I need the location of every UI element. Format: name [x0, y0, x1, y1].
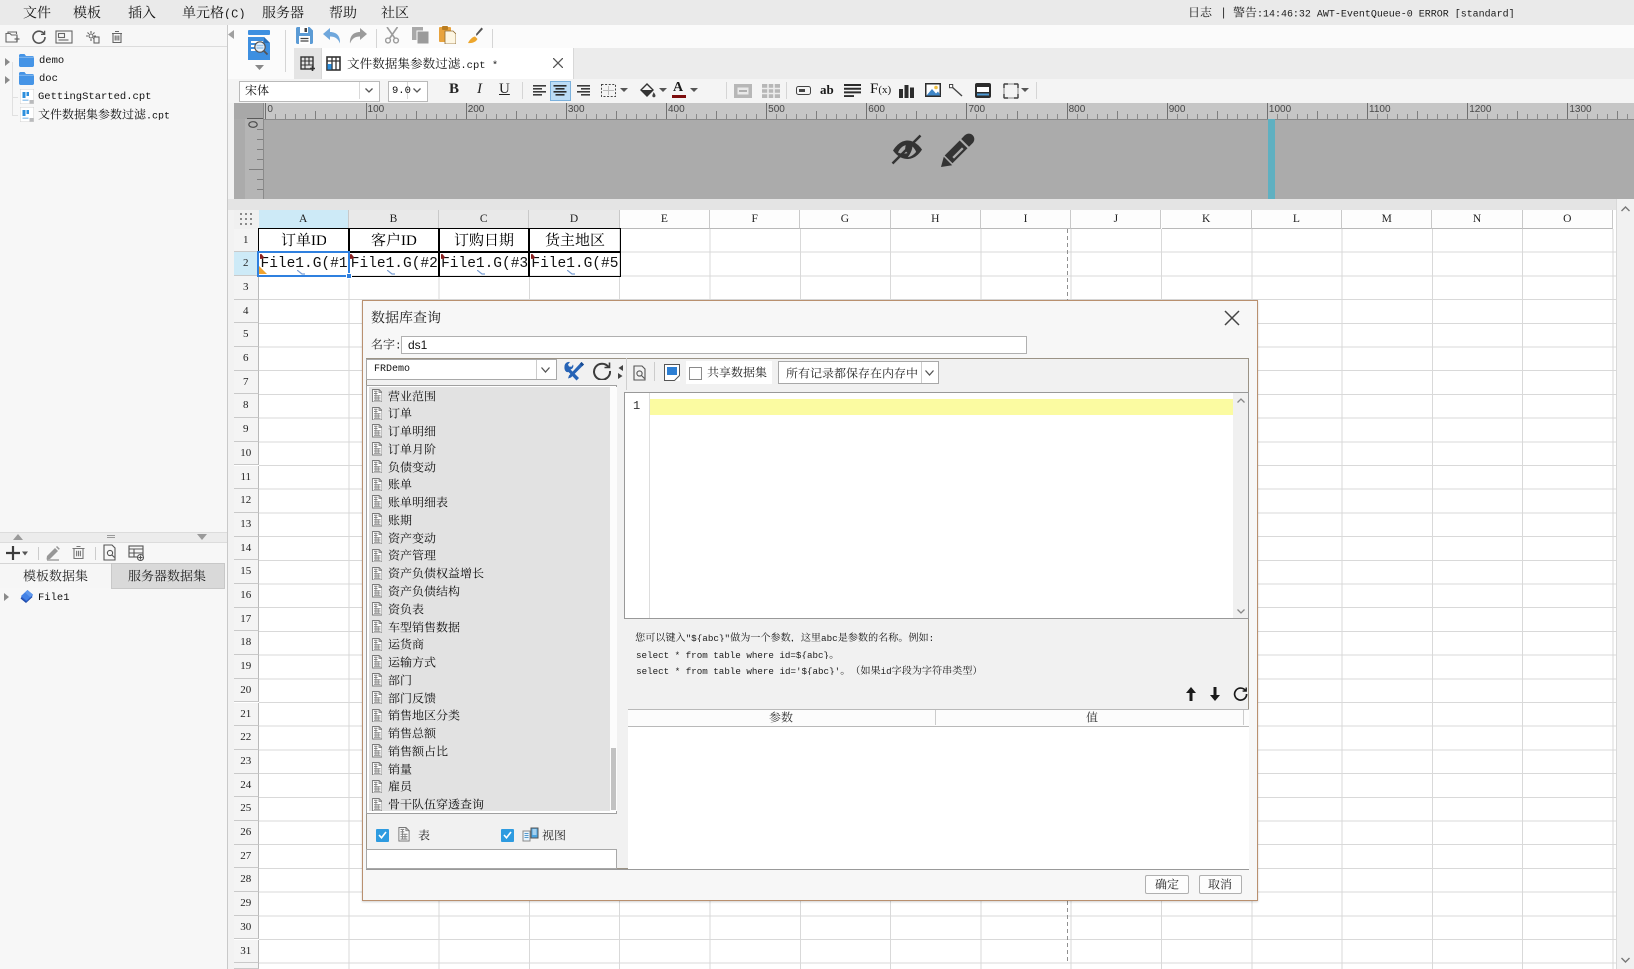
- svg-text:"${abc}": "${abc}": [685, 633, 730, 642]
- svg-text:id: id: [881, 666, 892, 675]
- svg-text:(C): (C): [224, 7, 246, 19]
- svg-text:.cpt *: .cpt *: [460, 60, 498, 70]
- svg-text::: :: [928, 633, 934, 642]
- svg-text::14:46:32 AWT-EventQueue-0 ERR: :14:46:32 AWT-EventQueue-0 ERROR [standa…: [1257, 9, 1515, 18]
- svg-text:select * from table where id=$: select * from table where id=${abc}: [636, 649, 829, 658]
- svg-text:.cpt: .cpt: [146, 111, 170, 120]
- svg-text:select * from table where id=': select * from table where id='${abc}': [636, 666, 840, 675]
- svg-text:ID: ID: [311, 233, 327, 247]
- svg-text:ID: ID: [401, 233, 417, 247]
- svg-text:abc: abc: [821, 633, 838, 642]
